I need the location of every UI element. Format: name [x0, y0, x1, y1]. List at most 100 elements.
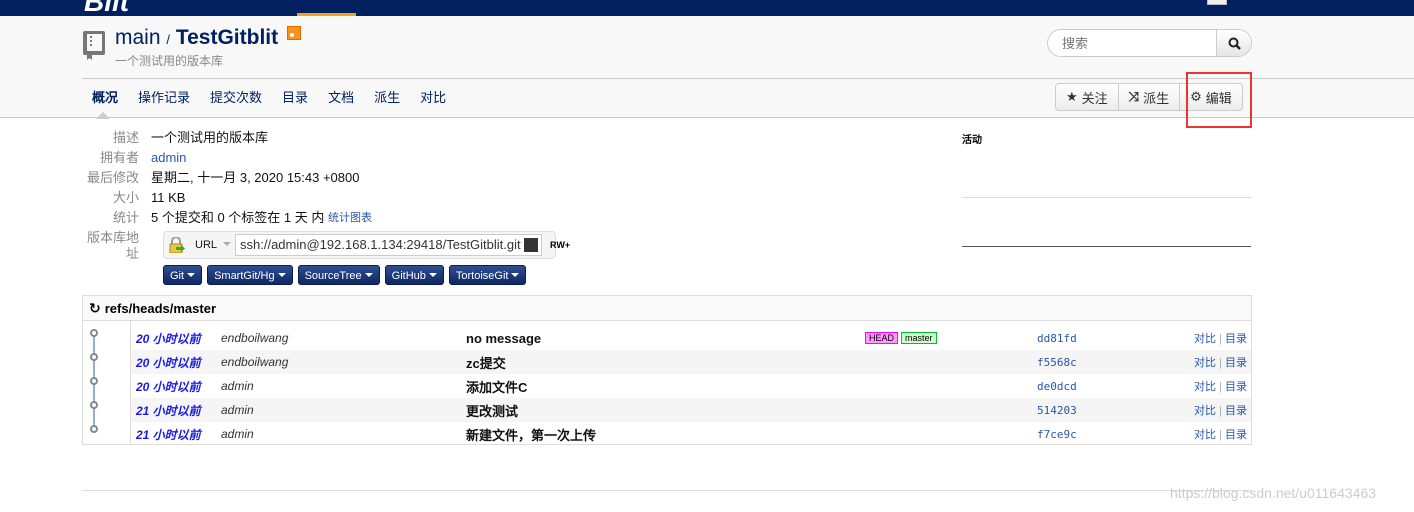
refresh-icon: ↻: [89, 299, 101, 316]
modified-value: 星期二, 十一月 3, 2020 15:43 +0800: [151, 170, 360, 185]
search-box: [1047, 29, 1252, 57]
repo-link[interactable]: TestGitblit: [176, 26, 278, 49]
commit-links: 对比 | 目录: [1194, 405, 1247, 417]
client-tortoisegit-button[interactable]: TortoiseGit: [448, 265, 527, 285]
tab-forks[interactable]: 派生: [364, 89, 410, 107]
commit-row: 21 小时以前 admin 更改测试 514203 对比 | 目录: [131, 398, 1251, 422]
fork-label: 派生: [1143, 90, 1170, 106]
commit-row: 20 小时以前 endboilwang zc提交 f5568c 对比 | 目录: [131, 350, 1251, 374]
compare-link[interactable]: 对比: [1194, 429, 1216, 441]
commit-node-icon: [90, 401, 98, 409]
activity-divider: [962, 197, 1251, 198]
repo-url-panel: URL ssh://admin@192.168.1.134:29418/Test…: [163, 231, 556, 259]
commit-hash[interactable]: f5568c: [1037, 356, 1077, 369]
compare-link[interactable]: 对比: [1194, 405, 1216, 417]
commit-message[interactable]: 更改测试: [466, 401, 518, 420]
tab-reflog[interactable]: 操作记录: [128, 89, 200, 107]
commit-row: 21 小时以前 admin 新建文件，第一次上传 f7ce9c 对比 | 目录: [131, 422, 1251, 446]
tree-link[interactable]: 目录: [1225, 357, 1247, 369]
commit-node-icon: [90, 377, 98, 385]
tree-link[interactable]: 目录: [1225, 429, 1247, 441]
owner-link[interactable]: admin: [151, 150, 186, 170]
client-label: GitHub: [391, 270, 426, 282]
user-menu[interactable]: [1207, 0, 1227, 5]
tab-docs[interactable]: 文档: [318, 89, 364, 107]
footer-divider: [82, 490, 1252, 491]
activity-title: 活动: [962, 135, 982, 146]
activity-chart-axis: [962, 246, 1251, 247]
commit-node-icon: [90, 329, 98, 337]
commit-message[interactable]: zc提交: [466, 353, 506, 372]
caret-down-icon: [277, 273, 286, 281]
ref-badge[interactable]: HEAD: [865, 332, 899, 344]
commit-log: ↻ refs/heads/master 20 小时以前 endboilwang …: [82, 295, 1252, 445]
commit-node-icon: [90, 353, 98, 361]
commit-date: 20 小时以前: [136, 379, 201, 394]
commit-graph: [83, 321, 131, 444]
commit-message[interactable]: 添加文件C: [466, 377, 527, 396]
client-label: Git: [170, 270, 185, 282]
tab-compare[interactable]: 对比: [410, 89, 456, 107]
branch-link[interactable]: refs/heads/master: [105, 301, 216, 316]
commit-message[interactable]: 新建文件，第一次上传: [466, 425, 596, 444]
commit-refs: HEAD master: [865, 332, 937, 344]
commit-message[interactable]: no message: [466, 331, 541, 346]
commit-author[interactable]: endboilwang: [221, 331, 288, 345]
compare-link[interactable]: 对比: [1194, 357, 1216, 369]
caret-down-icon: [364, 273, 373, 281]
desc-label: 描述: [112, 130, 139, 145]
stats-label: 统计: [112, 210, 139, 225]
tree-link[interactable]: 目录: [1225, 381, 1247, 393]
commit-hash[interactable]: dd81fd: [1037, 332, 1077, 345]
client-git-button[interactable]: Git: [163, 265, 203, 285]
commit-author[interactable]: endboilwang: [221, 355, 288, 369]
lock-icon: [169, 237, 185, 253]
commit-hash[interactable]: de0dcd: [1037, 380, 1077, 393]
size-label: 大小: [112, 190, 139, 205]
tree-link[interactable]: 目录: [1225, 405, 1247, 417]
copy-icon[interactable]: [524, 238, 539, 252]
stats-chart-link[interactable]: 统计图表: [328, 210, 372, 230]
ref-badge[interactable]: master: [901, 332, 937, 344]
client-smartgit-button[interactable]: SmartGit/Hg: [207, 265, 293, 285]
url-protocol-label: URL: [195, 239, 218, 251]
tab-summary[interactable]: 概况: [82, 89, 128, 119]
commit-date: 21 小时以前: [136, 427, 201, 442]
tab-tree[interactable]: 目录: [272, 89, 318, 107]
url-label: 版本库地址: [86, 230, 139, 261]
rss-icon[interactable]: [286, 26, 301, 40]
client-label: SourceTree: [304, 270, 362, 282]
commit-date: 20 小时以前: [136, 355, 201, 370]
commit-date: 21 小时以前: [136, 403, 201, 418]
tab-commits[interactable]: 提交次数: [200, 89, 272, 107]
compare-link[interactable]: 对比: [1194, 381, 1216, 393]
commit-hash[interactable]: 514203: [1037, 404, 1077, 417]
url-protocol-select[interactable]: URL: [195, 239, 232, 251]
client-sourcetree-button[interactable]: SourceTree: [297, 265, 380, 285]
search-input[interactable]: [1048, 30, 1213, 56]
chevron-down-icon: [223, 242, 232, 250]
watch-button[interactable]: ★ 关注: [1056, 84, 1119, 110]
stats-value: 5 个提交和 0 个标签在 1 天 内: [151, 210, 325, 225]
client-github-button[interactable]: GitHub: [384, 265, 444, 285]
commit-hash[interactable]: f7ce9c: [1037, 428, 1077, 441]
annotation-highlight-box: [1186, 72, 1252, 128]
tree-link[interactable]: 目录: [1225, 333, 1247, 345]
size-value: 11 KB: [151, 190, 186, 205]
repo-url-text: ssh://admin@192.168.1.134:29418/TestGitb…: [240, 237, 521, 252]
branch-header: ↻ refs/heads/master: [83, 296, 1251, 321]
client-label: SmartGit/Hg: [214, 270, 275, 282]
repo-url-field[interactable]: ssh://admin@192.168.1.134:29418/TestGitb…: [235, 234, 543, 256]
caret-down-icon: [511, 273, 520, 281]
commit-author[interactable]: admin: [221, 379, 254, 393]
search-icon: [1228, 37, 1241, 50]
compare-link[interactable]: 对比: [1194, 333, 1216, 345]
project-link[interactable]: main: [115, 26, 161, 49]
commit-author[interactable]: admin: [221, 403, 254, 417]
watch-label: 关注: [1081, 90, 1108, 106]
gitblit-logo[interactable]: Blit: [84, 0, 129, 16]
commit-author[interactable]: admin: [221, 427, 254, 441]
owner-label: 拥有者: [99, 150, 139, 165]
search-button[interactable]: [1216, 30, 1251, 56]
fork-button[interactable]: ⤨ 派生: [1119, 84, 1181, 110]
